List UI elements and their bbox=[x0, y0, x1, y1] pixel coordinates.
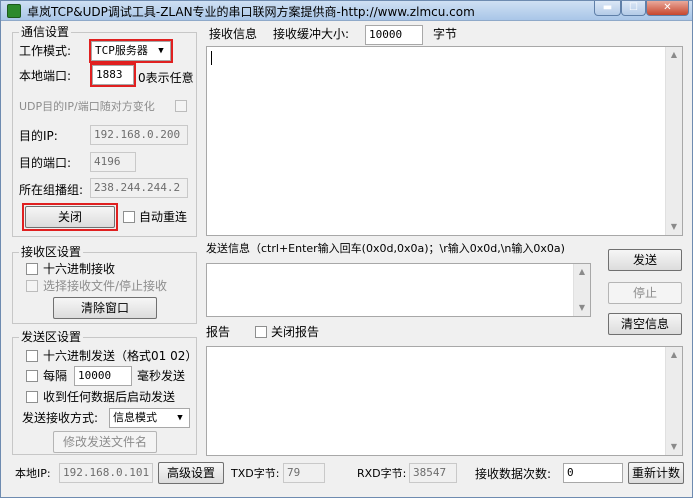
recv-buffer-input[interactable]: 10000 bbox=[365, 25, 423, 45]
scroll-up-icon[interactable]: ▲ bbox=[574, 264, 590, 280]
maximize-button[interactable]: ☐ bbox=[621, 1, 646, 16]
highlight-box-close bbox=[22, 203, 118, 231]
receive-scrollbar[interactable]: ▲ ▼ bbox=[665, 47, 682, 235]
hex-recv-label: 十六进制接收 bbox=[43, 262, 116, 276]
send-button[interactable]: 发送 bbox=[608, 249, 682, 271]
recv-settings-title: 接收区设置 bbox=[19, 245, 84, 259]
chevron-down-icon[interactable]: ▼ bbox=[173, 411, 187, 425]
text-caret bbox=[211, 51, 212, 65]
auto-reconnect-label: 自动重连 bbox=[139, 210, 188, 224]
clear-info-button[interactable]: 清空信息 bbox=[608, 313, 682, 335]
scroll-up-icon[interactable]: ▲ bbox=[666, 347, 682, 363]
receive-textarea[interactable]: ▲ ▼ bbox=[206, 46, 683, 236]
send-scrollbar[interactable]: ▲ ▼ bbox=[573, 264, 590, 316]
report-textarea[interactable]: ▲ ▼ bbox=[206, 346, 683, 456]
start-on-recv-label: 收到任何数据后启动发送 bbox=[43, 390, 176, 404]
local-ip-label: 本地IP: bbox=[15, 467, 51, 480]
send-mode-label: 发送接收方式: bbox=[22, 411, 99, 425]
recv-count-value: 0 bbox=[563, 463, 623, 483]
hex-recv-checkbox[interactable] bbox=[26, 263, 38, 275]
dest-port-input[interactable]: 4196 bbox=[90, 152, 136, 172]
window-title: 卓岚TCP&UDP调试工具-ZLAN专业的串口联网方案提供商-http://ww… bbox=[27, 5, 475, 19]
interval-send-checkbox[interactable] bbox=[26, 370, 38, 382]
stop-button[interactable]: 停止 bbox=[608, 282, 682, 304]
dest-port-label: 目的端口: bbox=[19, 156, 72, 170]
local-port-label: 本地端口: bbox=[19, 69, 72, 83]
dest-ip-input[interactable]: 192.168.0.200 bbox=[90, 125, 188, 145]
recv-count-label: 接收数据次数: bbox=[475, 467, 552, 481]
clear-window-button[interactable]: 清除窗口 bbox=[53, 297, 157, 319]
highlight-box-mode bbox=[89, 39, 173, 63]
hex-send-checkbox[interactable] bbox=[26, 350, 38, 362]
udp-random-checkbox[interactable] bbox=[175, 100, 187, 112]
send-mode-value: 信息模式 bbox=[113, 411, 157, 424]
minimize-button[interactable]: ▬ bbox=[594, 1, 621, 16]
dest-ip-label: 目的IP: bbox=[19, 129, 58, 143]
work-mode-label: 工作模式: bbox=[19, 44, 72, 58]
every-label: 每隔 bbox=[43, 369, 68, 383]
scroll-down-icon[interactable]: ▼ bbox=[666, 439, 682, 455]
send-info-label: 发送信息（ctrl+Enter输入回车(0x0d,0x0a)；\r输入0x0d,… bbox=[206, 242, 565, 255]
receive-info-label: 接收信息 bbox=[209, 27, 258, 41]
udp-random-label: UDP目的IP/端口随对方变化 bbox=[19, 100, 155, 113]
rxd-label: RXD字节: bbox=[357, 467, 407, 480]
close-report-checkbox[interactable] bbox=[255, 326, 267, 338]
send-textarea[interactable]: ▲ ▼ bbox=[206, 263, 591, 317]
scroll-down-icon[interactable]: ▼ bbox=[666, 219, 682, 235]
highlight-box-port bbox=[90, 63, 136, 87]
app-window: 卓岚TCP&UDP调试工具-ZLAN专业的串口联网方案提供商-http://ww… bbox=[0, 0, 693, 498]
modify-send-file-button[interactable]: 修改发送文件名 bbox=[53, 431, 157, 453]
scroll-up-icon[interactable]: ▲ bbox=[666, 47, 682, 63]
hex-send-label: 十六进制发送（格式01 02） bbox=[43, 349, 198, 363]
local-ip-value: 192.168.0.101 bbox=[59, 463, 153, 483]
advanced-settings-button[interactable]: 高级设置 bbox=[158, 462, 224, 484]
multicast-input[interactable]: 238.244.244.2 bbox=[90, 178, 188, 198]
close-report-label: 关闭报告 bbox=[271, 325, 320, 339]
app-icon bbox=[7, 4, 21, 18]
send-mode-select[interactable]: 信息模式 ▼ bbox=[109, 408, 190, 428]
ms-send-label: 毫秒发送 bbox=[137, 369, 186, 383]
interval-input[interactable]: 10000 bbox=[74, 366, 132, 386]
recv-buffer-label: 接收缓冲大小: bbox=[273, 27, 350, 41]
txd-value: 79 bbox=[283, 463, 325, 483]
title-bar[interactable]: 卓岚TCP&UDP调试工具-ZLAN专业的串口联网方案提供商-http://ww… bbox=[1, 1, 692, 21]
comm-settings-title: 通信设置 bbox=[19, 25, 72, 39]
report-scrollbar[interactable]: ▲ ▼ bbox=[665, 347, 682, 455]
multicast-label: 所在组播组: bbox=[19, 183, 84, 197]
port-hint: 0表示任意 bbox=[138, 71, 194, 85]
select-recv-file-checkbox[interactable] bbox=[26, 280, 38, 292]
send-settings-title: 发送区设置 bbox=[19, 330, 84, 344]
start-on-recv-checkbox[interactable] bbox=[26, 391, 38, 403]
close-window-button[interactable]: ✕ bbox=[646, 1, 689, 16]
recount-button[interactable]: 重新计数 bbox=[628, 462, 684, 484]
recv-buffer-unit: 字节 bbox=[433, 27, 458, 41]
rxd-value: 38547 bbox=[409, 463, 457, 483]
scroll-down-icon[interactable]: ▼ bbox=[574, 300, 590, 316]
txd-label: TXD字节: bbox=[231, 467, 280, 480]
report-label: 报告 bbox=[206, 325, 231, 339]
select-recv-file-label: 选择接收文件/停止接收 bbox=[43, 279, 168, 293]
auto-reconnect-checkbox[interactable] bbox=[123, 211, 135, 223]
